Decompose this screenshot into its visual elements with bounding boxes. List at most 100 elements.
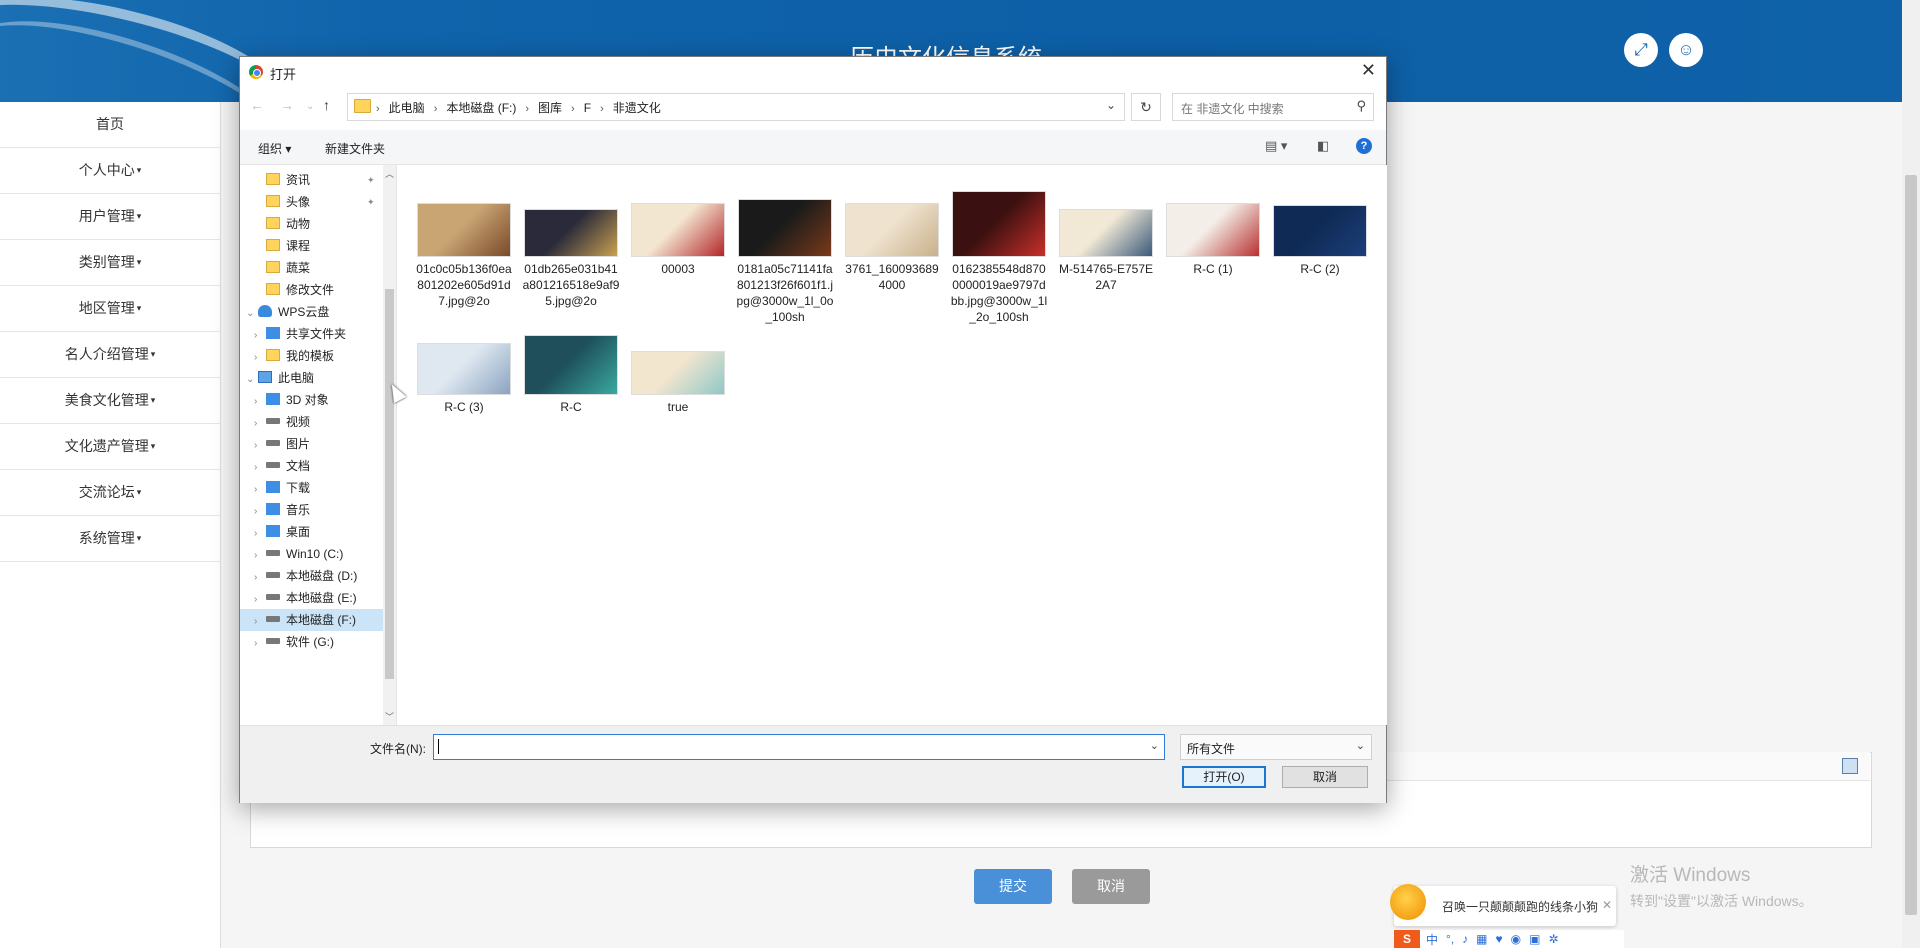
tree-item[interactable]: › 下载 <box>240 477 383 499</box>
file-item[interactable]: 3761_1600936894000 <box>842 203 942 293</box>
microphone-icon[interactable]: ♪ <box>1462 932 1468 946</box>
file-item[interactable]: 0181a05c71141fa801213f26f601f1.jpg@3000w… <box>735 199 835 325</box>
chevron-down-icon[interactable]: ⌄ <box>246 303 258 325</box>
organize-menu[interactable]: 组织 ▾ <box>258 140 291 157</box>
preview-pane-icon[interactable]: ◧ <box>1317 138 1329 154</box>
toolbox-icon[interactable]: ◉ <box>1511 932 1521 946</box>
tree-item[interactable]: 头像 ✦ <box>240 191 383 213</box>
chevron-right-icon[interactable]: › <box>254 633 266 655</box>
chevron-right-icon[interactable]: › <box>254 347 266 369</box>
breadcrumb-item[interactable]: 图库 <box>538 101 562 115</box>
breadcrumb-separator-icon[interactable]: › <box>600 103 604 115</box>
ime-mode[interactable]: 中 <box>1426 931 1438 948</box>
chevron-down-icon[interactable]: ⌄ <box>1106 98 1116 112</box>
tree-item[interactable]: › 软件 (G:) <box>240 631 383 653</box>
skin-icon[interactable]: ♥ <box>1496 932 1503 946</box>
chevron-right-icon[interactable]: › <box>254 611 266 633</box>
chevron-right-icon[interactable]: › <box>254 479 266 501</box>
scroll-thumb[interactable] <box>1905 175 1917 915</box>
sidebar-item[interactable]: 美食文化管理 ▾ <box>0 378 220 424</box>
file-item[interactable]: M-514765-E757E2A7 <box>1056 209 1156 293</box>
chevron-down-icon[interactable]: ⌄ <box>246 369 258 391</box>
sidebar-item[interactable]: 首页 <box>0 102 220 148</box>
tree-item[interactable]: › 本地磁盘 (F:) <box>240 609 383 631</box>
tree-item[interactable]: 蔬菜 <box>240 257 383 279</box>
back-icon[interactable]: ← <box>250 97 264 113</box>
scroll-thumb[interactable] <box>385 289 394 679</box>
chevron-right-icon[interactable]: › <box>254 501 266 523</box>
fullscreen-icon[interactable]: ⤢ <box>1624 33 1658 67</box>
settings-icon[interactable]: ✲ <box>1548 932 1558 946</box>
sidebar-item[interactable]: 类别管理 ▾ <box>0 240 220 286</box>
breadcrumb-separator-icon[interactable]: › <box>434 103 438 115</box>
cancel-button[interactable]: 取消 <box>1072 869 1150 904</box>
file-item[interactable]: 01db265e031b41a801216518e9af95.jpg@2o <box>521 209 621 309</box>
file-item[interactable]: R-C (3) <box>414 343 514 415</box>
breadcrumb-item[interactable]: F <box>584 101 591 115</box>
recent-dropdown-icon[interactable]: ⌄ <box>306 101 314 112</box>
view-options-icon[interactable]: ▤ ▾ <box>1265 138 1287 154</box>
file-item[interactable]: true <box>628 351 728 415</box>
chevron-right-icon[interactable]: › <box>254 457 266 479</box>
new-folder-button[interactable]: 新建文件夹 <box>325 140 385 157</box>
file-item[interactable]: R-C (1) <box>1163 203 1263 277</box>
breadcrumb-separator-icon[interactable]: › <box>525 103 529 115</box>
dialog-cancel-button[interactable]: 取消 <box>1282 766 1368 788</box>
tree-item[interactable]: ⌄ 此电脑 <box>240 367 383 389</box>
tree-item[interactable]: 课程 <box>240 235 383 257</box>
tree-item[interactable]: › 共享文件夹 <box>240 323 383 345</box>
refresh-icon[interactable]: ↻ <box>1131 93 1161 121</box>
chevron-right-icon[interactable]: › <box>254 545 266 567</box>
tree-item[interactable]: › 3D 对象 <box>240 389 383 411</box>
search-icon[interactable]: ⚲ <box>1356 98 1366 114</box>
submit-button[interactable]: 提交 <box>974 869 1052 904</box>
sidebar-item[interactable]: 名人介绍管理 ▾ <box>0 332 220 378</box>
punctuation-icon[interactable]: °, <box>1446 932 1454 946</box>
file-item[interactable]: R-C (2) <box>1270 205 1370 277</box>
chevron-right-icon[interactable]: › <box>254 325 266 347</box>
sidebar-item[interactable]: 地区管理 ▾ <box>0 286 220 332</box>
grid-icon[interactable]: ▣ <box>1529 932 1540 946</box>
file-item[interactable]: R-C <box>521 335 621 415</box>
file-type-select[interactable]: 所有文件 ⌄ <box>1180 734 1372 760</box>
tree-item[interactable]: › 本地磁盘 (E:) <box>240 587 383 609</box>
breadcrumb-item[interactable]: 非遗文化 <box>613 101 661 115</box>
filename-input[interactable]: ⌄ <box>433 734 1165 760</box>
chevron-right-icon[interactable]: › <box>254 589 266 611</box>
tree-item[interactable]: › 桌面 <box>240 521 383 543</box>
tree-item[interactable]: › Win10 (C:) <box>240 543 383 565</box>
breadcrumb-item[interactable]: 本地磁盘 (F:) <box>446 101 516 115</box>
keyboard-icon[interactable]: ▦ <box>1476 932 1487 946</box>
sidebar-item[interactable]: 系统管理 ▾ <box>0 516 220 562</box>
tree-item[interactable]: › 文档 <box>240 455 383 477</box>
chevron-right-icon[interactable]: › <box>254 523 266 545</box>
tree-item[interactable]: 动物 <box>240 213 383 235</box>
sidebar-item[interactable]: 交流论坛 ▾ <box>0 470 220 516</box>
ime-toast[interactable]: 召唤一只颠颠颠跑的线条小狗 ✕ <box>1390 884 1616 926</box>
chevron-right-icon[interactable]: › <box>254 567 266 589</box>
tree-item[interactable]: ⌄ WPS云盘 <box>240 301 383 323</box>
scroll-down-icon[interactable]: ﹀ <box>385 710 394 723</box>
tree-item[interactable]: › 我的模板 <box>240 345 383 367</box>
close-icon[interactable]: ✕ <box>1361 60 1376 81</box>
breadcrumb-separator-icon[interactable]: › <box>376 103 380 115</box>
file-item[interactable]: 00003 <box>628 203 728 277</box>
tree-item[interactable]: › 本地磁盘 (D:) <box>240 565 383 587</box>
breadcrumb-item[interactable]: 此电脑 <box>389 101 425 115</box>
tree-item[interactable]: 资讯 ✦ <box>240 169 383 191</box>
close-icon[interactable]: ✕ <box>1602 898 1612 912</box>
file-item[interactable]: 0162385548d8700000019ae9797dbb.jpg@3000w… <box>949 191 1049 325</box>
sogou-logo-icon[interactable]: S <box>1394 930 1420 948</box>
sidebar-item[interactable]: 个人中心 ▾ <box>0 148 220 194</box>
tree-item[interactable]: 修改文件 <box>240 279 383 301</box>
chevron-right-icon[interactable]: › <box>254 413 266 435</box>
nav-scrollbar[interactable]: ︿ ﹀ <box>383 165 396 725</box>
chevron-right-icon[interactable]: › <box>254 435 266 457</box>
tree-item[interactable]: › 音乐 <box>240 499 383 521</box>
search-input[interactable]: 在 非遗文化 中搜索 ⚲ <box>1172 93 1374 121</box>
editor-icon[interactable] <box>1842 758 1858 774</box>
breadcrumb-separator-icon[interactable]: › <box>571 103 575 115</box>
address-bar[interactable]: › 此电脑 › 本地磁盘 (F:) › 图库 › F › 非遗文化 ⌄ <box>347 93 1125 121</box>
chevron-right-icon[interactable]: › <box>254 391 266 413</box>
user-icon[interactable]: ☺ <box>1669 33 1703 67</box>
